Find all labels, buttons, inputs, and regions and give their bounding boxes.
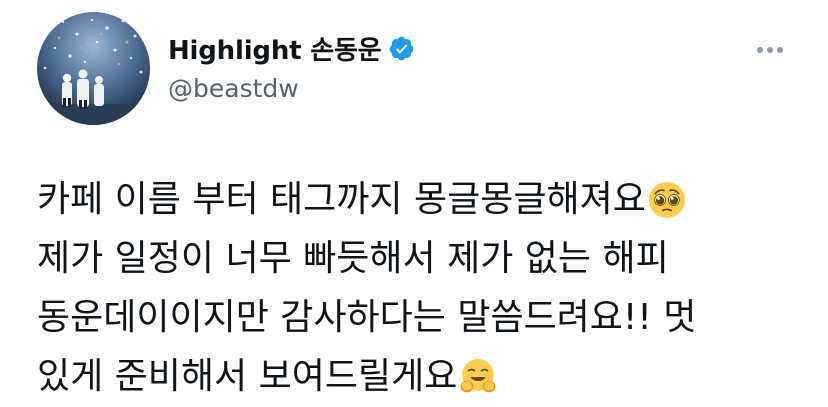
verified-badge-icon bbox=[388, 35, 415, 62]
author-name-row: Highlight 손동운 bbox=[168, 30, 415, 67]
tweet-text: 카페 이름 부터 태그까지 몽글몽글해져요 제가 일정이 너무 빠듯해서 제가 … bbox=[37, 170, 807, 406]
more-options-button[interactable] bbox=[752, 32, 788, 68]
tweet-line: 동운데이이지만 감사하다는 말씀드려요!! 멋 bbox=[37, 297, 697, 338]
more-horizontal-icon bbox=[757, 47, 763, 53]
hugging-face-icon bbox=[459, 358, 497, 396]
pleading-face-icon bbox=[648, 181, 686, 219]
tweet-line: 있게 준비해서 보여드릴게요 bbox=[37, 347, 807, 406]
tweet-line: 카페 이름 부터 태그까지 몽글몽글해져요 bbox=[37, 170, 807, 229]
tweet-line: 제가 일정이 너무 빠듯해서 제가 없는 해피 bbox=[37, 238, 669, 279]
author-handle[interactable]: @beastdw bbox=[168, 74, 299, 103]
tweet-card: Highlight 손동운 @beastdw 카페 이름 부터 태그까지 몽글몽… bbox=[0, 0, 828, 407]
avatar[interactable] bbox=[37, 12, 150, 125]
display-name[interactable]: Highlight 손동운 bbox=[168, 30, 382, 67]
